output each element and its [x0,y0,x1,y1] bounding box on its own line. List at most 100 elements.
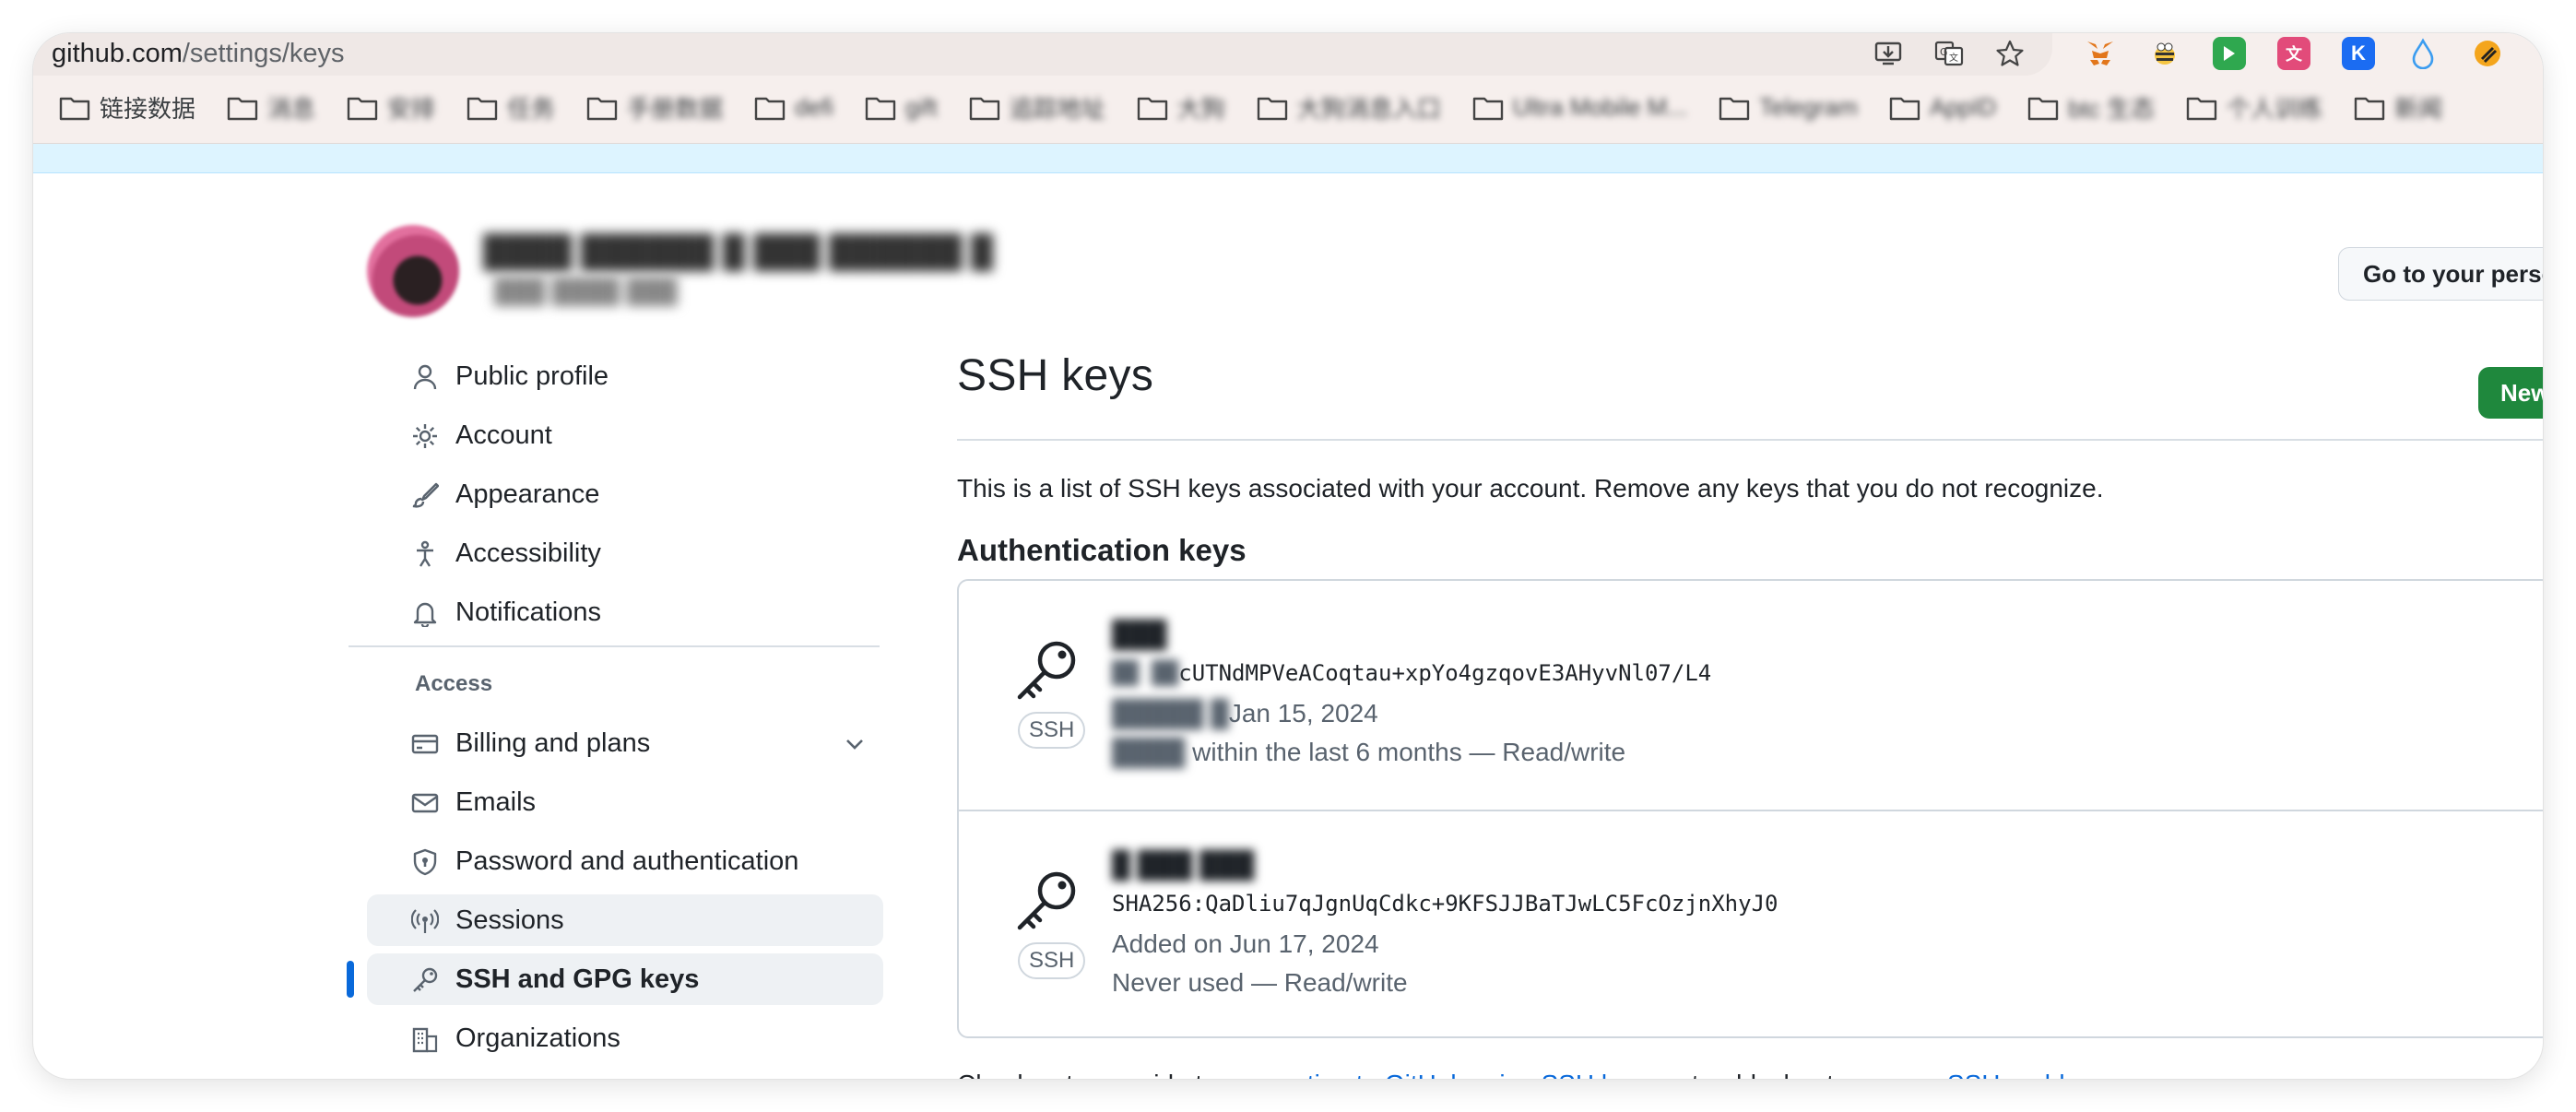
bookmark-item[interactable]: Telegram [1719,90,1858,124]
sidebar-item-accessibility[interactable]: Accessibility [367,527,883,579]
sidebar-item-label: Organizations [455,1023,620,1053]
intro-text: This is a list of SSH keys associated wi… [957,474,2104,503]
help-mid: or troubleshoot [1654,1070,1840,1079]
url-field[interactable]: github.com/settings/keys [33,33,2052,76]
accessibility-icon [417,540,433,567]
ssh-troubleshoot-link[interactable]: common SSH problems [1841,1070,2114,1079]
bookmark-label: 手册数据 [627,95,724,123]
main-content: SSH keys New SSH key This is a list of S… [957,350,2543,1079]
green-extension-icon[interactable] [2213,37,2246,70]
bookmark-label: btc 生态 [2068,95,2156,123]
bookmark-item[interactable]: gift [865,90,938,124]
sidebar-divider [349,645,880,647]
bookmark-item[interactable]: defi [754,90,833,124]
added-visible: Jan 15, 2024 [1228,699,1378,728]
bell-icon [413,602,437,627]
bookmark-item[interactable]: 新闻 [2354,90,2442,124]
paintbrush-icon [412,482,439,508]
organization-icon [412,1027,438,1053]
ssh-guide-link[interactable]: connecting to GitHub using SSH keys [1224,1070,1655,1079]
sidebar-item-label: Emails [455,787,537,817]
drop-extension-icon[interactable] [2406,37,2440,70]
sidebar-item-label: Account [455,420,552,450]
bookmark-item[interactable]: Ultra Mobile M... [1472,90,1687,124]
bookmark-label: 任务 [507,95,556,123]
mail-icon [411,793,439,813]
bookmark-item[interactable]: 安排 [347,90,435,124]
key-icon [1017,871,1076,930]
bookmark-item[interactable]: 链接数据 [59,90,195,124]
folder-icon [865,97,896,120]
orange-extension-icon[interactable] [2471,37,2504,70]
folder-icon [586,97,618,120]
sidebar-item-ssh-gpg-keys[interactable]: SSH and GPG keys [347,953,883,1005]
credit-card-icon [411,734,439,754]
person-icon [413,364,437,390]
sidebar-item-label: Billing and plans [455,728,651,758]
sidebar-item-public-profile[interactable]: Public profile [367,350,883,402]
k-extension-icon[interactable]: K [2342,37,2375,70]
bookmark-label: defi [795,93,833,121]
user-name[interactable]: ████ ██████ █ ███ ██████ █ [483,234,993,270]
install-app-icon[interactable] [1872,37,1905,70]
added-redacted: █████ █ [1112,699,1229,728]
translate-icon[interactable]: G文 [1932,37,1966,70]
bookmark-item[interactable]: btc 生态 [2027,90,2155,124]
bee-extension-icon[interactable] [2148,37,2181,70]
folder-icon [969,97,999,120]
fingerprint-visible: cUTNdMPVeACoqtau+xpYo4gzqovE3AHyvNl07/L4 [1178,660,1712,686]
url-text[interactable]: github.com/settings/keys [52,39,345,69]
address-bar: github.com/settings/keys G文 文 K [33,33,2543,79]
bookmark-item[interactable]: 消息 [227,90,315,124]
sidebar-item-label: SSH and GPG keys [455,964,700,994]
key-icon [413,967,438,992]
bookmark-label: 大狗 [1176,95,1225,123]
folder-icon [227,97,258,120]
shield-lock-icon [413,848,437,876]
sidebar-item-label: Accessibility [455,538,601,568]
bookmark-item[interactable]: 大狗 [1137,90,1225,124]
gear-icon [413,424,437,448]
keys-list: SSH ███ ██ ██cUTNdMPVeACoqtau+xpYo4gzqov… [957,579,2543,1038]
sidebar-item-password-authentication[interactable]: Password and authentication [367,835,883,887]
user-subtitle: ███ ████ ███ [494,277,678,304]
sidebar-item-billing[interactable]: Billing and plans [367,717,883,769]
svg-text:文: 文 [1949,52,1958,64]
chevron-down-icon[interactable] [843,732,867,756]
sidebar-item-notifications[interactable]: Notifications [367,586,883,638]
folder-icon [467,97,498,120]
ssh-badge: SSH [1018,712,1086,749]
metamask-extension-icon[interactable] [2084,37,2117,70]
bookmark-label: 个人训练 [2227,95,2323,123]
sidebar-item-label: Appearance [455,479,600,509]
sidebar-item-emails[interactable]: Emails [367,776,883,828]
bookmark-item[interactable]: 追踪地址 [969,90,1105,124]
sidebar-item-account[interactable]: Account [367,409,883,461]
bookmark-item[interactable]: AppID [1889,90,1996,124]
svg-text:G: G [1940,46,1948,58]
key-last-used: ████ within the last 6 months — Read/wri… [1112,738,1625,767]
sidebar-item-label: Notifications [455,597,601,627]
sidebar-item-label: Public profile [455,361,609,391]
folder-icon [1719,97,1750,120]
sidebar-item-sessions[interactable]: Sessions [367,894,883,946]
avatar[interactable] [367,225,459,317]
pink-extension-icon[interactable]: 文 [2277,37,2310,70]
go-to-profile-button[interactable]: Go to your personal profile [2338,247,2543,301]
folder-icon [59,97,90,120]
bookmark-item[interactable]: 任务 [467,90,555,124]
sidebar-item-label: Sessions [455,905,564,935]
sidebar-item-appearance[interactable]: Appearance [367,468,883,520]
bookmark-label: gift [905,93,938,121]
bookmark-item[interactable]: 个人训练 [2186,90,2322,124]
new-ssh-key-button[interactable]: New SSH key [2478,367,2543,419]
bookmark-star-icon[interactable] [1993,37,2027,70]
key-title: █ ███ ███ [1112,850,1255,879]
title-divider [957,439,2543,441]
key-fingerprint: SHA256:QaDliu7qJgnUqCdkc+9KFSJJBaTJwLC5F… [1112,891,1778,917]
bookmark-item[interactable]: 大狗消息入口 [1257,90,1441,124]
sidebar-item-organizations[interactable]: Organizations [367,1012,883,1064]
sidebar-heading-access: Access [415,671,493,696]
bookmark-item[interactable]: 手册数据 [586,90,723,124]
authentication-keys-heading: Authentication keys [957,533,1247,567]
